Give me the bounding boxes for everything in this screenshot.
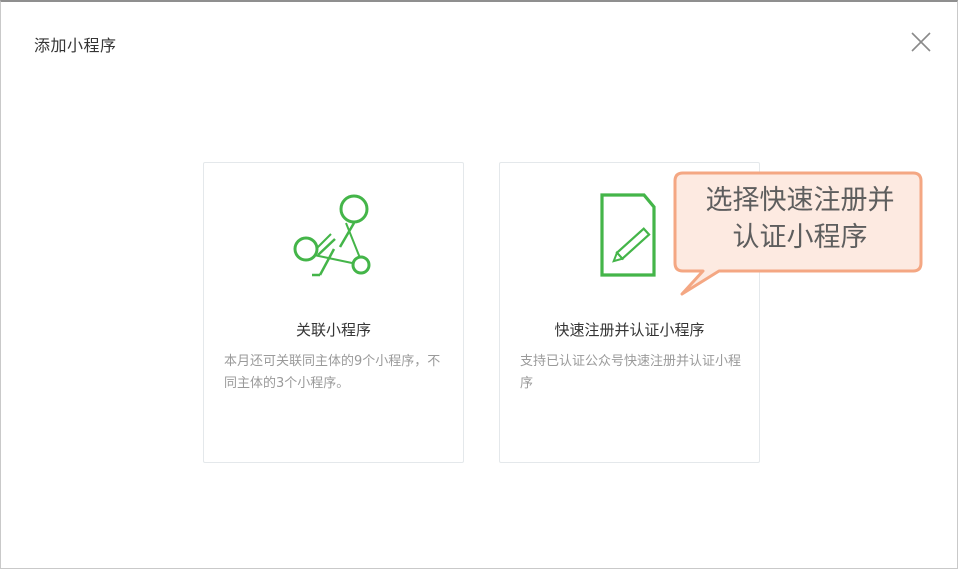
add-mini-program-dialog: 添加小程序 关联小程序 本月还可关联同主体的9个小程序，不同主体的3个小程序。 … xyxy=(0,0,958,569)
card-title: 快速注册并认证小程序 xyxy=(554,321,705,339)
annotation-callout: 选择快速注册并 认证小程序 xyxy=(673,170,925,300)
close-icon xyxy=(911,32,931,52)
card-title: 关联小程序 xyxy=(295,321,371,339)
link-mini-program-card[interactable]: 关联小程序 本月还可关联同主体的9个小程序，不同主体的3个小程序。 xyxy=(203,162,464,463)
document-pencil-icon xyxy=(580,191,680,285)
network-nodes-icon xyxy=(284,191,384,285)
callout-line-2: 认证小程序 xyxy=(732,222,868,253)
card-description: 本月还可关联同主体的9个小程序，不同主体的3个小程序。 xyxy=(224,354,441,391)
callout-text: 选择快速注册并 认证小程序 xyxy=(681,182,919,256)
callout-line-1: 选择快速注册并 xyxy=(705,185,895,216)
dialog-title: 添加小程序 xyxy=(34,36,117,55)
card-description: 支持已认证公众号快速注册并认证小程序 xyxy=(520,354,742,391)
close-button[interactable] xyxy=(909,30,933,54)
